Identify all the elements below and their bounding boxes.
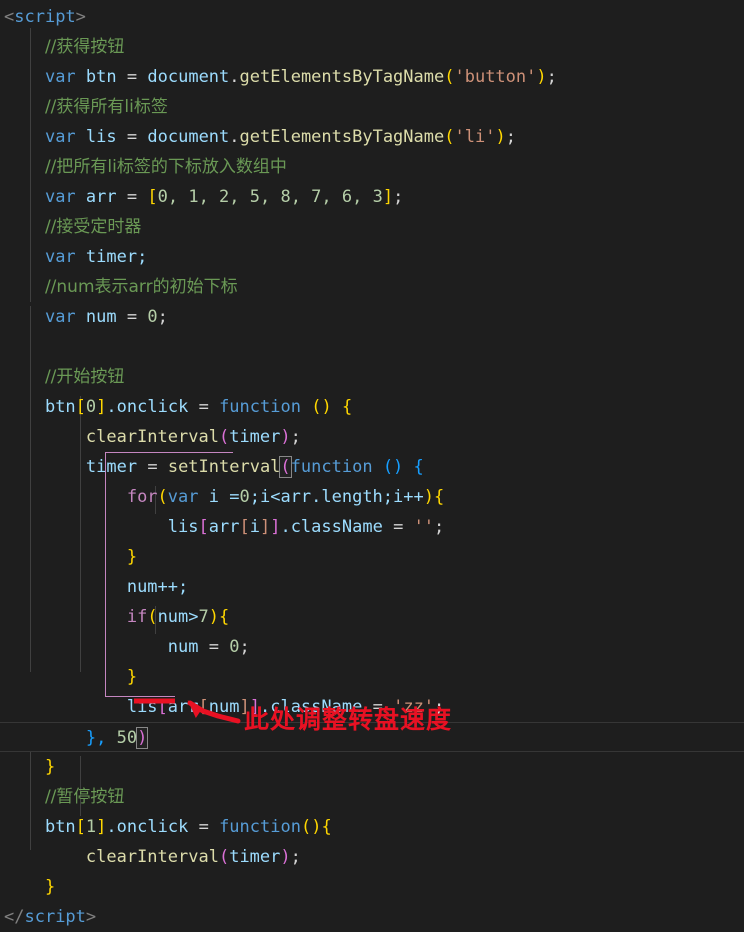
number-literal: 0 [229, 637, 240, 657]
string-literal: 'li' [454, 127, 496, 147]
code-line[interactable]: </script> [0, 902, 744, 932]
code-editor[interactable]: <script> //获得按钮 var btn = document.getEl… [0, 0, 744, 927]
code-line[interactable]: var arr = [0, 1, 2, 5, 8, 7, 6, 3]; [0, 182, 744, 212]
code-line[interactable]: //把所有li标签的下标放入数组中 [0, 152, 744, 182]
number-literal: 0 [239, 487, 250, 507]
script-tag-open: script [14, 7, 76, 27]
code-line[interactable]: //获得按钮 [0, 32, 744, 62]
number-literal: 1 [85, 817, 97, 837]
property: .onclick [106, 817, 189, 837]
identifier: i [249, 517, 260, 537]
keyword-var: var [44, 127, 76, 147]
function-call: clearInterval [85, 427, 219, 447]
function-call: setInterval [167, 457, 281, 477]
comment: //暂停按钮 [44, 787, 125, 807]
identifier: num [208, 697, 240, 717]
keyword-function: function [219, 817, 301, 837]
number-literal: 0 [85, 397, 97, 417]
comment: //把所有li标签的下标放入数组中 [44, 157, 287, 177]
code-line[interactable]: } [0, 872, 744, 902]
identifier: timer [85, 457, 138, 477]
loop-init: i = [208, 487, 240, 507]
keyword-if: if [126, 607, 148, 627]
close-brace: }, [85, 728, 117, 748]
keyword-var: var [44, 247, 76, 267]
identifier: btn [44, 817, 76, 837]
identifier: lis [167, 517, 199, 537]
array-values: 0, 1, 2, 5, 8, 7, 6, 3 [157, 187, 383, 207]
comment: //接受定时器 [44, 217, 142, 237]
code-line[interactable]: lis[arr[i]].className = ''; [0, 512, 744, 542]
number-literal: 0 [147, 307, 158, 327]
code-line[interactable]: for(var i =0;i<arr.length;i++){ [0, 482, 744, 512]
code-line[interactable]: } [0, 662, 744, 692]
keyword-var: var [44, 307, 76, 327]
identifier: arr [167, 697, 199, 717]
code-line[interactable]: var lis = document.getElementsByTagName(… [0, 122, 744, 152]
identifier: document [147, 67, 230, 87]
property: .className [280, 517, 383, 537]
keyword-function: function [290, 457, 373, 477]
code-line[interactable]: num++; [0, 572, 744, 602]
increment-statement: num++; [126, 577, 189, 597]
code-line[interactable]: //获得所有li标签 [0, 92, 744, 122]
keyword-function: function [219, 397, 301, 417]
identifier: timer; [85, 247, 148, 267]
string-literal: 'button' [454, 67, 537, 87]
comment: //获得所有li标签 [44, 97, 168, 117]
code-line[interactable]: var btn = document.getElementsByTagName(… [0, 62, 744, 92]
code-line[interactable]: btn[1].onclick = function(){ [0, 812, 744, 842]
keyword-var: var [167, 487, 199, 507]
identifier: btn [85, 67, 117, 87]
identifier: timer [229, 427, 281, 447]
annotation-text: 此处调整转盘速度 [244, 705, 453, 734]
loop-condition: ;i<arr.length;i++ [249, 487, 424, 507]
identifier: num [85, 307, 117, 327]
code-line[interactable]: //暂停按钮 [0, 782, 744, 812]
delay-value[interactable]: 50 [117, 728, 137, 748]
keyword-var: var [44, 187, 76, 207]
method-name: getElementsByTagName [239, 67, 445, 87]
condition: num> [157, 607, 199, 627]
code-line[interactable]: clearInterval(timer); [0, 422, 744, 452]
comment: //开始按钮 [44, 367, 125, 387]
code-line[interactable]: <script> [0, 2, 744, 32]
string-literal: '' [413, 517, 435, 537]
code-line[interactable]: } [0, 752, 744, 782]
code-line[interactable]: timer = setInterval(function () { [0, 452, 744, 482]
identifier: arr [208, 517, 240, 537]
identifier: arr [85, 187, 117, 207]
code-line[interactable]: clearInterval(timer); [0, 842, 744, 872]
code-line[interactable]: } [0, 542, 744, 572]
code-line[interactable]: //接受定时器 [0, 212, 744, 242]
identifier: timer [229, 847, 281, 867]
number-literal: 7 [198, 607, 209, 627]
code-line[interactable]: num = 0; [0, 632, 744, 662]
bracket-match-highlight: ( [279, 456, 292, 478]
code-line[interactable]: //num表示arr的初始下标 [0, 272, 744, 302]
code-line[interactable]: //开始按钮 [0, 362, 744, 392]
function-call: clearInterval [85, 847, 219, 867]
identifier: btn [44, 397, 76, 417]
code-line[interactable]: var timer; [0, 242, 744, 272]
comment: //num表示arr的初始下标 [44, 277, 238, 297]
comment: //获得按钮 [44, 37, 125, 57]
code-line-blank[interactable] [0, 332, 744, 362]
identifier: lis [126, 697, 158, 717]
keyword-for: for [126, 487, 158, 507]
identifier: document [147, 127, 230, 147]
identifier: num [167, 637, 199, 657]
method-name: getElementsByTagName [239, 127, 445, 147]
code-line[interactable]: btn[0].onclick = function () { [0, 392, 744, 422]
code-line[interactable]: if(num>7){ [0, 602, 744, 632]
bracket-match-highlight: ) [136, 727, 149, 749]
identifier: lis [85, 127, 117, 147]
property: .onclick [106, 397, 189, 417]
code-line[interactable]: var num = 0; [0, 302, 744, 332]
script-tag-close: script [24, 907, 86, 927]
keyword-var: var [44, 67, 76, 87]
